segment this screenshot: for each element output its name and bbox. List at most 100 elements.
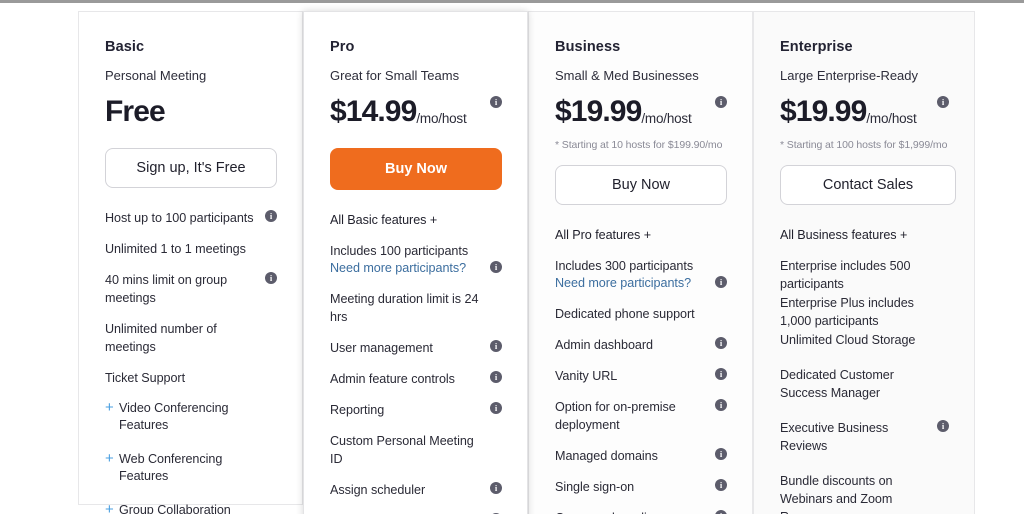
plan-tagline: Great for Small Teams bbox=[330, 68, 460, 83]
feature-item: User management i bbox=[330, 339, 502, 357]
need-more-participants-link[interactable]: Need more participants? bbox=[330, 260, 468, 277]
feature-label: Admin dashboard bbox=[555, 338, 653, 352]
feature-label: Enterprise Plus includes 1,000 participa… bbox=[780, 296, 914, 328]
feature-text-wrap: Reporting bbox=[330, 401, 384, 419]
price-info-icon[interactable]: i bbox=[490, 96, 502, 108]
info-icon[interactable]: i bbox=[715, 448, 727, 460]
price-unit: /mo/host bbox=[641, 111, 692, 126]
info-icon[interactable]: i bbox=[715, 276, 727, 288]
feature-label: Managed domains bbox=[555, 449, 658, 463]
feature-item: Includes 300 participants Need more parti… bbox=[555, 257, 727, 292]
feature-text-wrap: Ticket Support bbox=[105, 369, 185, 387]
info-icon[interactable]: i bbox=[265, 210, 277, 222]
feature-item: Admin feature controls i bbox=[330, 370, 502, 388]
feature-list: Host up to 100 participants i Unlimited 1 … bbox=[105, 209, 277, 514]
feature-text-wrap: Executive Business Reviews bbox=[780, 419, 927, 455]
plus-icon: + bbox=[105, 450, 114, 467]
feature-label: Meeting duration limit is 24 hrs bbox=[330, 292, 479, 324]
info-icon[interactable]: i bbox=[490, 482, 502, 494]
feature-text-wrap: Admin feature controls bbox=[330, 370, 455, 388]
feature-item: Enterprise Plus includes 1,000 participa… bbox=[780, 294, 949, 330]
cta-button-basic[interactable]: Sign up, It's Free bbox=[105, 148, 277, 188]
info-icon[interactable]: i bbox=[490, 402, 502, 414]
feature-item: Managed domains i bbox=[555, 447, 727, 465]
price-info-icon[interactable]: i bbox=[937, 96, 949, 108]
feature-item: All Business features + bbox=[780, 226, 949, 244]
feature-text-wrap: Includes 300 participants Need more parti… bbox=[555, 257, 693, 292]
feature-label: Reporting bbox=[330, 403, 385, 417]
expandable-section-video-conferencing-features[interactable]: + Video Conferencing Features bbox=[105, 400, 277, 434]
info-icon[interactable]: i bbox=[490, 371, 502, 383]
feature-text-wrap: Enterprise includes 500 participants bbox=[780, 257, 927, 293]
cta-button-enterprise[interactable]: Contact Sales bbox=[780, 165, 956, 205]
need-more-participants-link[interactable]: Need more participants? bbox=[555, 275, 693, 292]
plan-tagline: Large Enterprise-Ready bbox=[780, 68, 919, 83]
feature-text-wrap: User management bbox=[330, 339, 433, 357]
feature-item: Option for on-premise deployment i bbox=[555, 398, 727, 434]
feature-label: 40 mins limit on group meetings bbox=[105, 273, 228, 305]
plan-name: Enterprise bbox=[780, 39, 853, 55]
feature-text-wrap: Includes 100 participants Need more parti… bbox=[330, 242, 468, 277]
info-icon[interactable]: i bbox=[715, 479, 727, 491]
feature-item: Unlimited 1 to 1 meetings bbox=[105, 240, 277, 258]
feature-item: All Basic features + bbox=[330, 211, 502, 229]
feature-text-wrap: 40 mins limit on group meetings bbox=[105, 271, 255, 307]
feature-label: All Basic features + bbox=[330, 213, 438, 227]
feature-text-wrap: Dedicated Customer Success Manager bbox=[780, 366, 927, 402]
price-row: $14.99/mo/host i bbox=[330, 95, 502, 129]
pricing-page: Basic Personal Meeting Free Sign up, It's F… bbox=[0, 0, 1024, 514]
feature-item: Company branding i bbox=[555, 509, 727, 514]
feature-item: Meeting duration limit is 24 hrs bbox=[330, 290, 502, 326]
pricing-plans-container: Basic Personal Meeting Free Sign up, It's F… bbox=[78, 11, 976, 514]
feature-item: Dedicated Customer Success Manager bbox=[780, 366, 949, 402]
plan-name: Pro bbox=[330, 39, 355, 55]
plan-card-basic: Basic Personal Meeting Free Sign up, It's F… bbox=[78, 11, 303, 514]
price-row: $19.99/mo/host i bbox=[555, 95, 727, 129]
feature-label: Vanity URL bbox=[555, 369, 618, 383]
info-icon[interactable]: i bbox=[715, 399, 727, 411]
feature-text-wrap: Host up to 100 participants bbox=[105, 209, 254, 227]
feature-label: Dedicated Customer Success Manager bbox=[780, 368, 894, 400]
price-row: $19.99/mo/host i bbox=[780, 95, 949, 129]
expandable-section-group-collaboration-features[interactable]: + Group Collaboration Features bbox=[105, 502, 277, 514]
price-amount: $14.99 bbox=[330, 95, 417, 128]
feature-list: All Basic features + Includes 100 partici… bbox=[330, 211, 502, 514]
feature-item: Vanity URL i bbox=[555, 367, 727, 385]
feature-label: Executive Business Reviews bbox=[780, 421, 889, 453]
plan-tagline: Small & Med Businesses bbox=[555, 68, 699, 83]
feature-item: All Pro features + bbox=[555, 226, 727, 244]
info-icon[interactable]: i bbox=[715, 510, 727, 514]
expandable-label: Video Conferencing Features bbox=[119, 401, 229, 432]
info-icon[interactable]: i bbox=[265, 272, 277, 284]
price-amount: $19.99 bbox=[780, 95, 867, 128]
feature-item: Admin dashboard i bbox=[555, 336, 727, 354]
info-icon[interactable]: i bbox=[490, 261, 502, 273]
info-icon[interactable]: i bbox=[490, 340, 502, 352]
feature-item: Enterprise includes 500 participants bbox=[780, 257, 949, 293]
feature-text-wrap: Meeting duration limit is 24 hrs bbox=[330, 290, 480, 326]
feature-item: 40 mins limit on group meetings i bbox=[105, 271, 277, 307]
plan-card-enterprise: Enterprise Large Enterprise-Ready $19.99/m… bbox=[753, 11, 975, 514]
feature-item: Includes 100 participants Need more parti… bbox=[330, 242, 502, 277]
feature-item: Ticket Support bbox=[105, 369, 277, 387]
info-icon[interactable]: i bbox=[715, 337, 727, 349]
feature-label: Assign scheduler bbox=[330, 483, 426, 497]
feature-label: Single sign-on bbox=[555, 480, 635, 494]
feature-item: Unlimited number of meetings bbox=[105, 320, 277, 356]
feature-label: Option for on-premise deployment bbox=[555, 400, 676, 432]
info-icon[interactable]: i bbox=[937, 420, 949, 432]
expandable-section-web-conferencing-features[interactable]: + Web Conferencing Features bbox=[105, 451, 277, 485]
plan-tagline: Personal Meeting bbox=[105, 68, 207, 83]
feature-text-wrap: Bundle discounts on Webinars and Zoom Ro… bbox=[780, 472, 927, 514]
feature-text-wrap: Assign scheduler bbox=[330, 481, 425, 499]
feature-text-wrap: Option for on-premise deployment bbox=[555, 398, 705, 434]
feature-item: Host up to 100 participants i bbox=[105, 209, 277, 227]
cta-button-business[interactable]: Buy Now bbox=[555, 165, 727, 205]
feature-text-wrap: Dedicated phone support bbox=[555, 305, 695, 323]
feature-text-wrap: Vanity URL bbox=[555, 367, 617, 385]
plan-name: Business bbox=[555, 39, 621, 55]
feature-item: Bundle discounts on Webinars and Zoom Ro… bbox=[780, 472, 949, 514]
cta-button-pro[interactable]: Buy Now bbox=[330, 148, 502, 190]
price-info-icon[interactable]: i bbox=[715, 96, 727, 108]
info-icon[interactable]: i bbox=[715, 368, 727, 380]
